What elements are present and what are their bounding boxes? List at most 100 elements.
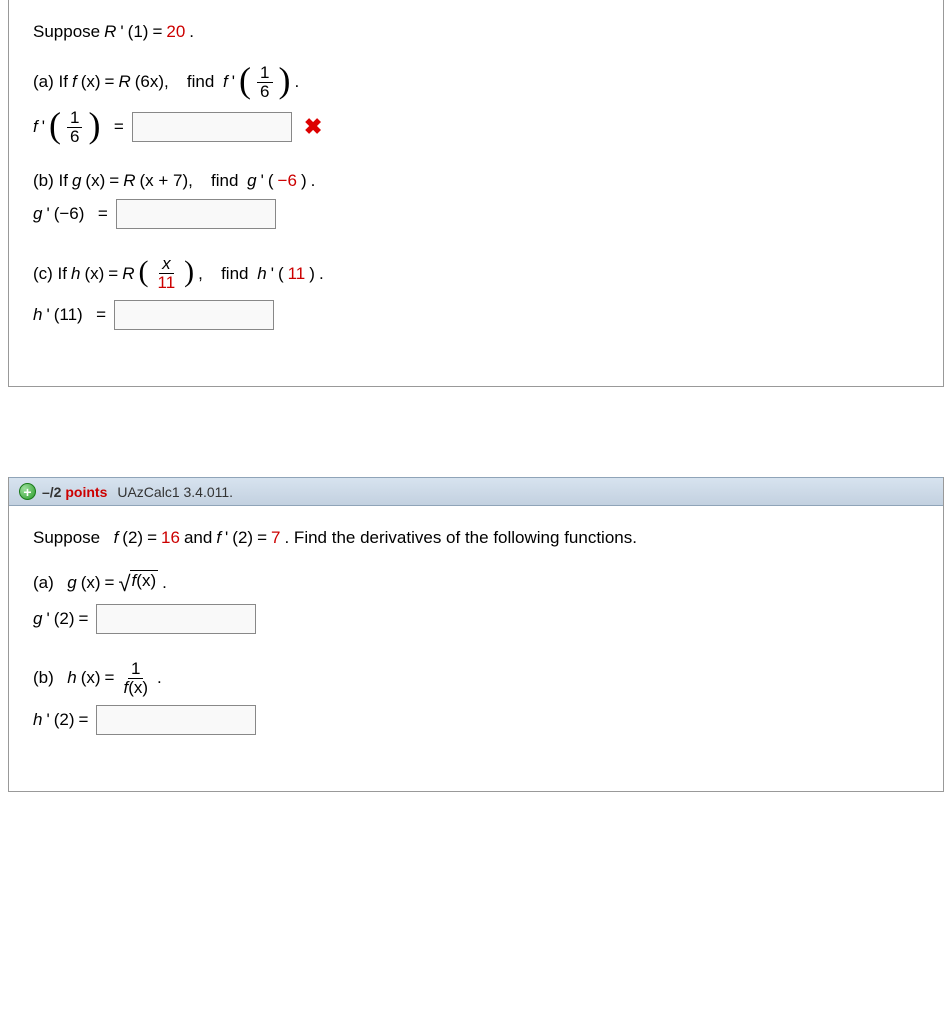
question-1-content: Suppose R ' (1) = 20 . (a) If f (x) = R … — [9, 0, 943, 386]
numerator: 1 — [257, 64, 272, 83]
text: . — [295, 72, 300, 92]
q2-part-a: (a) g (x) = f(x) . g ' (2) = — [33, 570, 919, 634]
text: . Find the derivatives of the following … — [284, 528, 636, 548]
part-label: (c) If — [33, 264, 67, 284]
text: R — [122, 264, 134, 284]
denominator: 6 — [67, 128, 82, 146]
q1-part-c: (c) If h (x) = R ( x 11 ) , find h ' ( 1… — [33, 255, 919, 330]
text: R — [104, 22, 116, 42]
part-label: (b) If — [33, 171, 68, 191]
text: h — [33, 305, 42, 325]
sqrt-body: f(x) — [130, 570, 159, 591]
fraction: 1 f(x) — [120, 660, 151, 697]
part-a-answer-row: g ' (2) = — [33, 604, 919, 634]
text: −6 — [278, 171, 297, 191]
question-1-box: Suppose R ' (1) = 20 . (a) If f (x) = R … — [8, 0, 944, 387]
text: 7 — [271, 528, 280, 548]
text: (x) — [128, 678, 148, 697]
part-b-prompt: (b) If g (x) = R (x + 7), find g ' ( −6 … — [33, 171, 919, 191]
numerator: 1 — [67, 109, 82, 128]
text: f — [223, 72, 228, 92]
text: (x + 7), — [139, 171, 192, 191]
wrong-icon: ✖ — [304, 114, 322, 140]
answer-input-a[interactable] — [96, 604, 256, 634]
text: = — [105, 668, 115, 688]
text: find — [173, 72, 219, 92]
part-label: (a) If — [33, 72, 68, 92]
points-label: points — [61, 484, 107, 500]
text: R — [123, 171, 135, 191]
text: Suppose — [33, 22, 100, 42]
answer-input-b[interactable] — [116, 199, 276, 229]
question-2-box: + –/2 points UAzCalc1 3.4.011. Suppose f… — [8, 477, 944, 792]
fraction: x 11 — [155, 255, 179, 292]
rparen: ) — [88, 111, 100, 140]
text: R — [118, 72, 130, 92]
text: 16 — [161, 528, 180, 548]
text: ( — [278, 264, 284, 284]
text: ' — [46, 305, 49, 325]
given-value: 20 — [166, 22, 185, 42]
text: h — [257, 264, 266, 284]
text: = — [79, 609, 89, 629]
text: (2) — [122, 528, 143, 548]
text: . — [157, 668, 162, 688]
text: . — [319, 264, 324, 284]
part-label: (b) — [33, 668, 63, 688]
q1-given: Suppose R ' (1) = 20 . — [33, 22, 919, 42]
text: g — [33, 609, 42, 629]
text: . — [189, 22, 194, 42]
text: find — [207, 264, 253, 284]
q2-given: Suppose f (2) = 16 and f ' (2) = 7 . Fin… — [33, 528, 919, 548]
fraction: 1 6 — [257, 64, 272, 101]
rparen: ) — [279, 66, 291, 95]
text: = — [108, 264, 118, 284]
answer-input-b[interactable] — [96, 705, 256, 735]
text: ' — [42, 117, 45, 137]
q2-part-b: (b) h (x) = 1 f(x) . h ' (2) = — [33, 660, 919, 735]
q1-part-a: (a) If f (x) = R (6x), find f ' ( 1 6 ) … — [33, 64, 919, 145]
fraction: 1 6 — [67, 109, 82, 146]
square-root: f(x) — [118, 570, 158, 596]
text: h — [71, 264, 80, 284]
text: (x) — [136, 571, 156, 590]
text: ' — [261, 171, 264, 191]
answer-input-a[interactable] — [132, 112, 292, 142]
numerator: 1 — [128, 660, 143, 679]
text: ' — [232, 72, 235, 92]
text: 11 — [288, 264, 306, 284]
text: = — [147, 528, 157, 548]
expand-icon[interactable]: + — [19, 483, 36, 500]
text: h — [67, 668, 76, 688]
text: g — [67, 573, 76, 593]
text: (6x), — [135, 72, 169, 92]
question-source: UAzCalc1 3.4.011. — [117, 484, 233, 500]
text: . — [162, 573, 167, 593]
part-b-prompt: (b) h (x) = 1 f(x) . — [33, 660, 919, 697]
part-a-prompt: (a) g (x) = f(x) . — [33, 570, 919, 596]
text: = — [152, 22, 162, 42]
denominator: f(x) — [120, 679, 151, 697]
text: (11) — [54, 305, 83, 325]
answer-input-c[interactable] — [114, 300, 274, 330]
text: (2) — [54, 609, 75, 629]
text: = — [88, 204, 107, 224]
text: = — [79, 710, 89, 730]
text: = — [105, 573, 115, 593]
text: ' — [271, 264, 274, 284]
part-c-answer-row: h ' (11) = — [33, 300, 919, 330]
text: ) — [309, 264, 315, 284]
part-c-prompt: (c) If h (x) = R ( x 11 ) , find h ' ( 1… — [33, 255, 919, 292]
text: , — [198, 264, 203, 284]
text: (x) — [81, 668, 101, 688]
lparen: ( — [49, 111, 61, 140]
text: (2) — [232, 528, 253, 548]
text: (x) — [84, 264, 104, 284]
text: g — [247, 171, 256, 191]
text: . — [311, 171, 316, 191]
text: (1) — [128, 22, 149, 42]
lparen: ( — [239, 66, 251, 95]
sqrt-icon — [118, 570, 130, 596]
text: h — [33, 710, 42, 730]
text: (x) — [85, 171, 105, 191]
